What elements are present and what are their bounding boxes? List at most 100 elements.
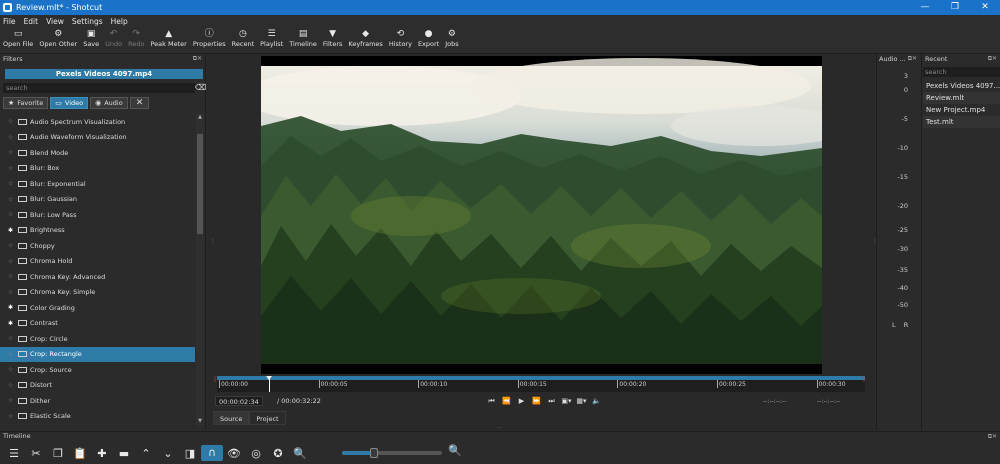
keyframes-button[interactable]: ◆ Keyframes	[348, 28, 382, 48]
filters-search-input[interactable]: search	[3, 83, 195, 93]
timeline-zoom-slider[interactable]	[342, 448, 442, 458]
favorite-star-icon[interactable]: ☆	[8, 351, 18, 358]
left-splitter-handle[interactable]: ⋮	[210, 238, 216, 246]
skip-to-end-icon[interactable]: ⏭	[544, 395, 559, 407]
recent-button[interactable]: ◷ Recent	[232, 28, 254, 48]
menu-view[interactable]: View	[46, 17, 64, 26]
rewind-icon[interactable]: ⏪	[499, 395, 514, 407]
filter-item[interactable]: ☆ Blur: Low Pass	[0, 207, 195, 223]
recent-item[interactable]: Review.mlt	[923, 92, 1000, 104]
ripple-icon[interactable]: ◎	[245, 447, 267, 460]
remove-icon[interactable]: ▬	[113, 447, 135, 460]
scroll-thumb[interactable]	[197, 134, 203, 234]
copy-icon[interactable]: ❐	[47, 447, 69, 460]
favorite-star-icon[interactable]: ☆	[8, 180, 18, 187]
favorite-star-icon[interactable]: ☆	[8, 397, 18, 404]
zoom-in-icon[interactable]: 🔍	[448, 444, 462, 457]
right-splitter-handle[interactable]: ⋮	[872, 238, 878, 246]
save-button[interactable]: ▣ Save	[83, 28, 99, 48]
skip-to-start-icon[interactable]: ⏮	[484, 395, 499, 407]
redo-button[interactable]: ↷ Redo	[128, 28, 144, 48]
audio-dock-buttons-icon[interactable]: ⧉✕	[908, 54, 917, 64]
paste-icon[interactable]: 📋	[69, 447, 91, 460]
open-file-button[interactable]: ▭ Open File	[3, 28, 33, 48]
history-button[interactable]: ⟲ History	[389, 28, 412, 48]
timeline-menu-icon[interactable]: ☰	[3, 447, 25, 460]
tab-video[interactable]: ▭ Video	[50, 97, 89, 109]
snap-icon[interactable]: ∩	[201, 445, 223, 461]
filter-item[interactable]: ☆ Chroma Hold	[0, 254, 195, 270]
scroll-up-icon[interactable]: ▲	[196, 114, 204, 122]
menu-help[interactable]: Help	[111, 17, 128, 26]
current-timecode-field[interactable]: 00:00:02:34	[215, 396, 263, 406]
favorite-star-icon[interactable]: ☆	[8, 242, 18, 249]
open-other-button[interactable]: ⚙ Open Other	[39, 28, 77, 48]
filter-item[interactable]: ☆ Blur: Box	[0, 161, 195, 177]
split-icon[interactable]: ◨	[179, 447, 201, 460]
tab-source[interactable]: Source	[213, 411, 250, 425]
filter-item[interactable]: ☆ Blend Mode	[0, 145, 195, 161]
filter-item[interactable]: ☆ Elastic Scale	[0, 409, 195, 425]
filter-item[interactable]: ☆ Distort	[0, 378, 195, 394]
recent-item[interactable]: New Project.mp4	[923, 104, 1000, 116]
favorite-star-icon[interactable]: ☆	[8, 211, 18, 218]
jobs-button[interactable]: ⚙ Jobs	[445, 28, 458, 48]
favorite-star-icon[interactable]: ☆	[8, 196, 18, 203]
undo-button[interactable]: ↶ Undo	[105, 28, 122, 48]
overwrite-icon[interactable]: ⌄	[157, 447, 179, 460]
filter-item[interactable]: ☆ Blur: Gaussian	[0, 192, 195, 208]
play-icon[interactable]: ▶	[514, 395, 529, 407]
playlist-button[interactable]: ☰ Playlist	[260, 28, 283, 48]
filter-item[interactable]: ✱ Contrast	[0, 316, 195, 332]
favorite-star-icon[interactable]: ☆	[8, 273, 18, 280]
favorite-star-icon[interactable]: ✱	[8, 320, 18, 327]
playhead[interactable]	[266, 376, 272, 392]
filters-scrollbar[interactable]: ▲ ▼	[196, 114, 204, 426]
menu-settings[interactable]: Settings	[72, 17, 103, 26]
favorite-star-icon[interactable]: ☆	[8, 366, 18, 373]
properties-button[interactable]: ⓘ Properties	[193, 28, 226, 48]
close-filters-icon[interactable]: ✕	[129, 97, 150, 109]
filter-item[interactable]: ☆ Crop: Rectangle	[0, 346, 195, 362]
zoom-icon[interactable]: ▣▾	[559, 395, 574, 407]
filters-button[interactable]: ▼ Filters	[323, 28, 342, 48]
tab-project[interactable]: Project	[249, 411, 286, 425]
filter-item[interactable]: ☆ Crop: Source	[0, 362, 195, 378]
grid-icon[interactable]: ▦▾	[574, 395, 589, 407]
filter-item[interactable]: ☆ Blur: Exponential	[0, 176, 195, 192]
favorite-star-icon[interactable]: ☆	[8, 335, 18, 342]
favorite-star-icon[interactable]: ✱	[8, 227, 18, 234]
scrub-icon[interactable]: 👁	[223, 447, 245, 460]
clear-search-icon[interactable]: ⌫	[195, 83, 206, 93]
recent-search-input[interactable]: search	[923, 67, 1000, 77]
player-timeline-ruler[interactable]: ⟦ ⟧ 00:00:00 00:00:05 00:00:10 00:00:15 00:0…	[214, 376, 865, 392]
tab-favorite[interactable]: ★ Favorite	[3, 97, 49, 109]
cut-icon[interactable]: ✂	[25, 447, 47, 460]
lift-icon[interactable]: ⌃	[135, 447, 157, 460]
export-button[interactable]: ● Export	[418, 28, 439, 48]
timeline-dock-buttons-icon[interactable]: ⧉✕	[988, 432, 997, 441]
favorite-star-icon[interactable]: ☆	[8, 149, 18, 156]
filter-item[interactable]: ✱ Brightness	[0, 223, 195, 239]
tab-audio[interactable]: ◉ Audio	[90, 97, 128, 109]
dock-float-close-icon[interactable]: ⧉✕	[193, 54, 202, 64]
filter-item[interactable]: ☆ Dither	[0, 393, 195, 409]
maximize-button[interactable]: ❐	[940, 0, 970, 15]
timeline-button[interactable]: ▤ Timeline	[289, 28, 317, 48]
filter-item[interactable]: ☆ Crop: Circle	[0, 331, 195, 347]
filter-item[interactable]: ☆ Audio Waveform Visualization	[0, 130, 195, 146]
ripple-all-icon[interactable]: ✪	[267, 447, 289, 460]
zoom-slider-knob[interactable]	[370, 448, 378, 458]
filter-item[interactable]: ☆ Choppy	[0, 238, 195, 254]
out-marker-icon[interactable]: ⟧	[862, 376, 865, 383]
favorite-star-icon[interactable]: ✱	[8, 304, 18, 311]
favorite-star-icon[interactable]: ☆	[8, 134, 18, 141]
favorite-star-icon[interactable]: ☆	[8, 258, 18, 265]
video-preview[interactable]	[261, 56, 822, 374]
menu-file[interactable]: File	[3, 17, 16, 26]
filter-item[interactable]: ☆ Audio Spectrum Visualization	[0, 114, 195, 130]
filter-item[interactable]: ☆ Chroma Key: Advanced	[0, 269, 195, 285]
recent-dock-buttons-icon[interactable]: ⧉✕	[988, 54, 997, 64]
close-button[interactable]: ✕	[970, 0, 1000, 15]
favorite-star-icon[interactable]: ☆	[8, 382, 18, 389]
